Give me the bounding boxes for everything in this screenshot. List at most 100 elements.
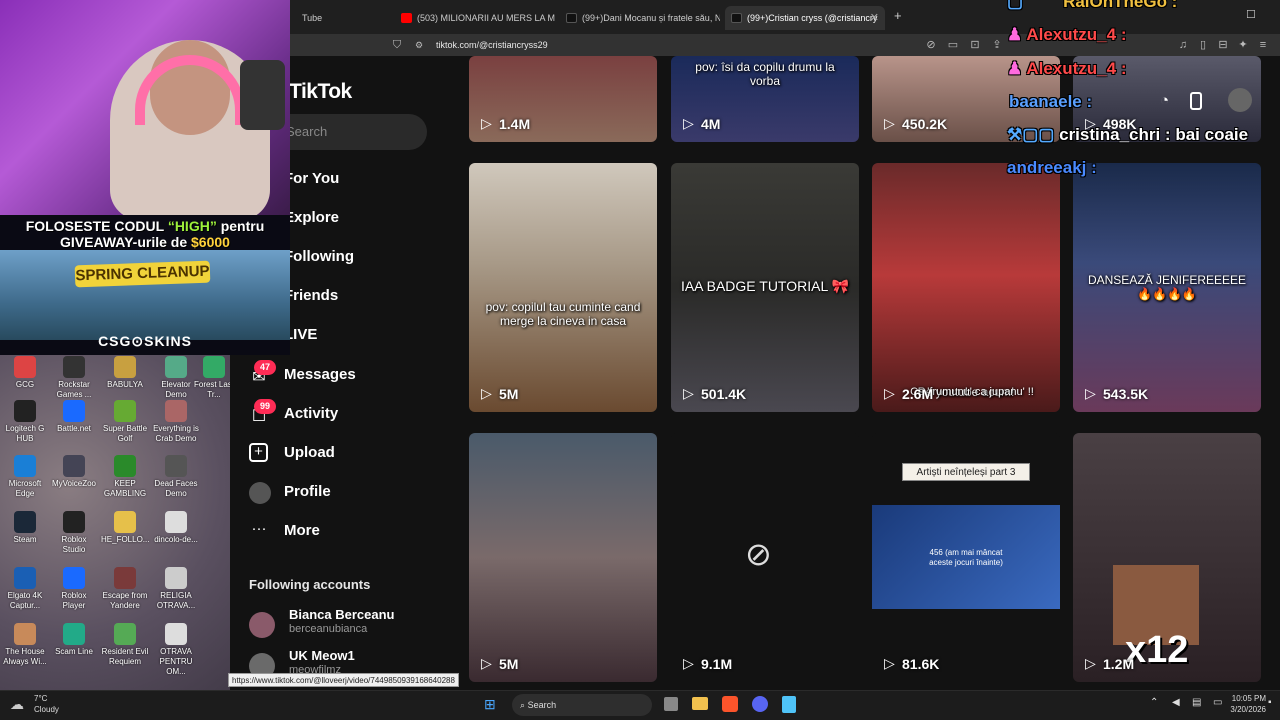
taskbar-search[interactable]: ⌕ Search xyxy=(512,694,652,716)
desktop-icon[interactable]: Logitech G HUB xyxy=(1,400,49,444)
tab-label: (503) MILIONARII AU MERS LA MAJO xyxy=(417,13,555,23)
mute-icon[interactable]: ⊘ xyxy=(924,38,938,52)
video-thumbnail-hidden[interactable]: ⊘ ▷ 9.1M xyxy=(671,433,859,682)
desktop-icon-label: GCG xyxy=(15,380,35,389)
video-thumbnail[interactable]: IAA BADGE TUTORIAL 🎀 ▷ 501.4K xyxy=(671,163,859,412)
desktop-icon[interactable]: OTRAVA PENTRU OM... xyxy=(152,623,200,677)
nav-for-you[interactable]: For You xyxy=(284,170,339,187)
windows-start-icon[interactable]: ⊞ xyxy=(484,696,496,714)
file-explorer-icon[interactable] xyxy=(692,697,708,710)
view-count: 5M xyxy=(499,656,519,672)
app-icon xyxy=(63,567,85,589)
menu-icon[interactable]: ≡ xyxy=(1256,38,1270,52)
chat-user: Alexutzu_4 : xyxy=(1026,25,1127,44)
desktop-icon[interactable]: HE_FOLLO... xyxy=(101,511,149,545)
desktop-icon[interactable]: Microsoft Edge xyxy=(1,455,49,499)
tab-cristian-cryss[interactable]: (99+)Cristian cryss (@cristiancry ✕ xyxy=(725,6,885,30)
battery-icon[interactable]: ▭ xyxy=(1213,697,1222,715)
app-icon xyxy=(14,511,36,533)
desktop-icon-label: Roblox Studio xyxy=(61,535,87,554)
desktop-icon[interactable]: Dead Faces Demo xyxy=(152,455,200,499)
notepad-icon[interactable] xyxy=(782,696,796,713)
desktop-icon[interactable]: Battle.net xyxy=(50,400,98,434)
desktop-icon[interactable]: Steam xyxy=(1,511,49,545)
network-icon[interactable]: ▤ xyxy=(1192,697,1201,715)
nav-following[interactable]: Following xyxy=(284,248,354,265)
nav-profile[interactable]: Profile xyxy=(284,483,331,500)
new-tab-button[interactable]: + xyxy=(894,8,902,23)
video-thumbnail[interactable]: Artiști neînțeleși part 3 456 (am mai mâ… xyxy=(872,433,1060,682)
tiktok-coin-icon[interactable]: ◔ xyxy=(1160,92,1178,110)
desktop-icon[interactable]: GCG xyxy=(1,356,49,390)
desktop-icon-label: The House Always Wi... xyxy=(3,647,47,666)
desktop-icon-label: Everything is Crab Demo xyxy=(153,424,199,443)
desktop-icon[interactable]: Everything is Crab Demo xyxy=(152,400,200,444)
desktop-icon[interactable]: MyVoiceZoo xyxy=(50,455,98,489)
desktop-icon[interactable]: The House Always Wi... xyxy=(1,623,49,667)
discord-icon[interactable] xyxy=(752,696,768,712)
desktop-icon[interactable]: Escape from Yandere xyxy=(101,567,149,611)
chat-line: baanaele : xyxy=(1009,92,1092,112)
eye-off-icon: ⊘ xyxy=(745,536,772,572)
app-icon xyxy=(165,567,187,589)
nav-explore[interactable]: Explore xyxy=(284,209,339,226)
tab-dani-mocanu[interactable]: (99+)Dani Mocanu și fratele său, Nan xyxy=(560,6,720,30)
csgoskins-logo: CSG⊙SKINS xyxy=(98,333,192,349)
search-input[interactable]: Search xyxy=(270,114,427,150)
extensions-icon[interactable]: ✦ xyxy=(1236,38,1250,52)
desktop-icon[interactable]: Resident Evil Requiem xyxy=(101,623,149,667)
share-icon[interactable]: ⇪ xyxy=(990,38,1004,52)
desktop-icon[interactable]: RELIGIA OTRAVA... xyxy=(152,567,200,611)
tiktok-logo[interactable]: TikTok xyxy=(289,80,352,104)
close-tab-icon[interactable]: ✕ xyxy=(870,6,879,30)
video-thumbnail[interactable]: x12 ▷ 1.2M xyxy=(1073,433,1261,682)
window-maximize-icon[interactable]: ☐ xyxy=(1246,8,1256,21)
nav-activity[interactable]: Activity xyxy=(284,405,338,422)
chevron-up-icon[interactable]: ⌃ xyxy=(1150,697,1158,715)
tab-milionarii[interactable]: (503) MILIONARII AU MERS LA MAJO xyxy=(395,6,555,30)
url-field[interactable]: tiktok.com/@cristiancryss29 xyxy=(436,34,548,56)
view-count: 501.4K xyxy=(701,386,747,402)
desktop-icon[interactable]: dincolo-de... xyxy=(152,511,200,545)
video-thumbnail[interactable]: DANSEAZĂ JENIFEREEEEE 🔥🔥🔥🔥 ▷ 543.5K xyxy=(1073,163,1261,412)
sidebar-icon[interactable]: ▯ xyxy=(1196,38,1210,52)
notification-icon[interactable]: ▪ xyxy=(1268,697,1272,715)
site-info-icon[interactable]: ⚙ xyxy=(412,38,426,52)
video-thumbnail[interactable]: ▷ 1.4M xyxy=(469,56,657,142)
desktop-icon-label: Rockstar Games ... xyxy=(56,380,92,399)
screen-icon[interactable]: ▭ xyxy=(946,38,960,52)
desktop-icon[interactable]: Scam Line xyxy=(50,623,98,657)
brave-icon[interactable] xyxy=(722,696,738,712)
task-view-icon[interactable] xyxy=(664,697,678,711)
desktop-icon[interactable]: Roblox Player xyxy=(50,567,98,611)
user-avatar[interactable] xyxy=(1228,88,1252,112)
nav-upload[interactable]: Upload xyxy=(284,444,335,461)
desktop-icon-label: Elevator Demo xyxy=(161,380,191,399)
nav-messages[interactable]: Messages xyxy=(284,366,356,383)
desktop-icon[interactable]: Roblox Studio xyxy=(50,511,98,555)
desktop-icon-label: Escape from Yandere xyxy=(102,591,148,610)
tab-youtube-partial[interactable]: Tube xyxy=(280,6,390,30)
desktop-icon[interactable]: Rockstar Games ... xyxy=(50,356,98,400)
bookmarks-icon[interactable]: ⊟ xyxy=(1216,38,1230,52)
desktop-icon[interactable]: Super Battle Golf xyxy=(101,400,149,444)
install-icon[interactable]: ⊡ xyxy=(968,38,982,52)
bookmark-icon[interactable]: ⛉ xyxy=(390,38,404,52)
speaker-icon[interactable]: ◀ xyxy=(1172,697,1180,715)
desktop-icon[interactable]: BABULYA xyxy=(101,356,149,390)
music-icon[interactable]: ♫ xyxy=(1176,38,1190,52)
tab-label: (99+)Dani Mocanu și fratele său, Nan xyxy=(582,13,720,23)
video-thumbnail[interactable]: ▷ 5M xyxy=(469,433,657,682)
desktop-icon[interactable]: KEEP GAMBLING xyxy=(101,455,149,499)
video-thumbnail[interactable]: pov: copilul tau cuminte cand merge la c… xyxy=(469,163,657,412)
device-icon[interactable] xyxy=(1190,92,1202,110)
weather-desc[interactable]: Cloudy xyxy=(34,705,59,720)
video-caption: IAA BADGE TUTORIAL 🎀 xyxy=(680,278,850,294)
nav-more[interactable]: More xyxy=(284,522,320,539)
desktop-icon[interactable]: Elgato 4K Captur... xyxy=(1,567,49,611)
clock-date[interactable]: 3/20/2026 xyxy=(1226,705,1266,720)
nav-friends[interactable]: Friends xyxy=(284,287,338,304)
video-thumbnail[interactable]: pov: îsi da copilu drumu la vorba ▷ 4M xyxy=(671,56,859,142)
video-thumbnail[interactable]: Pe youtube acum! Ce 'frumunu' ca jupanu'… xyxy=(872,163,1060,412)
view-count: 81.6K xyxy=(902,656,940,672)
